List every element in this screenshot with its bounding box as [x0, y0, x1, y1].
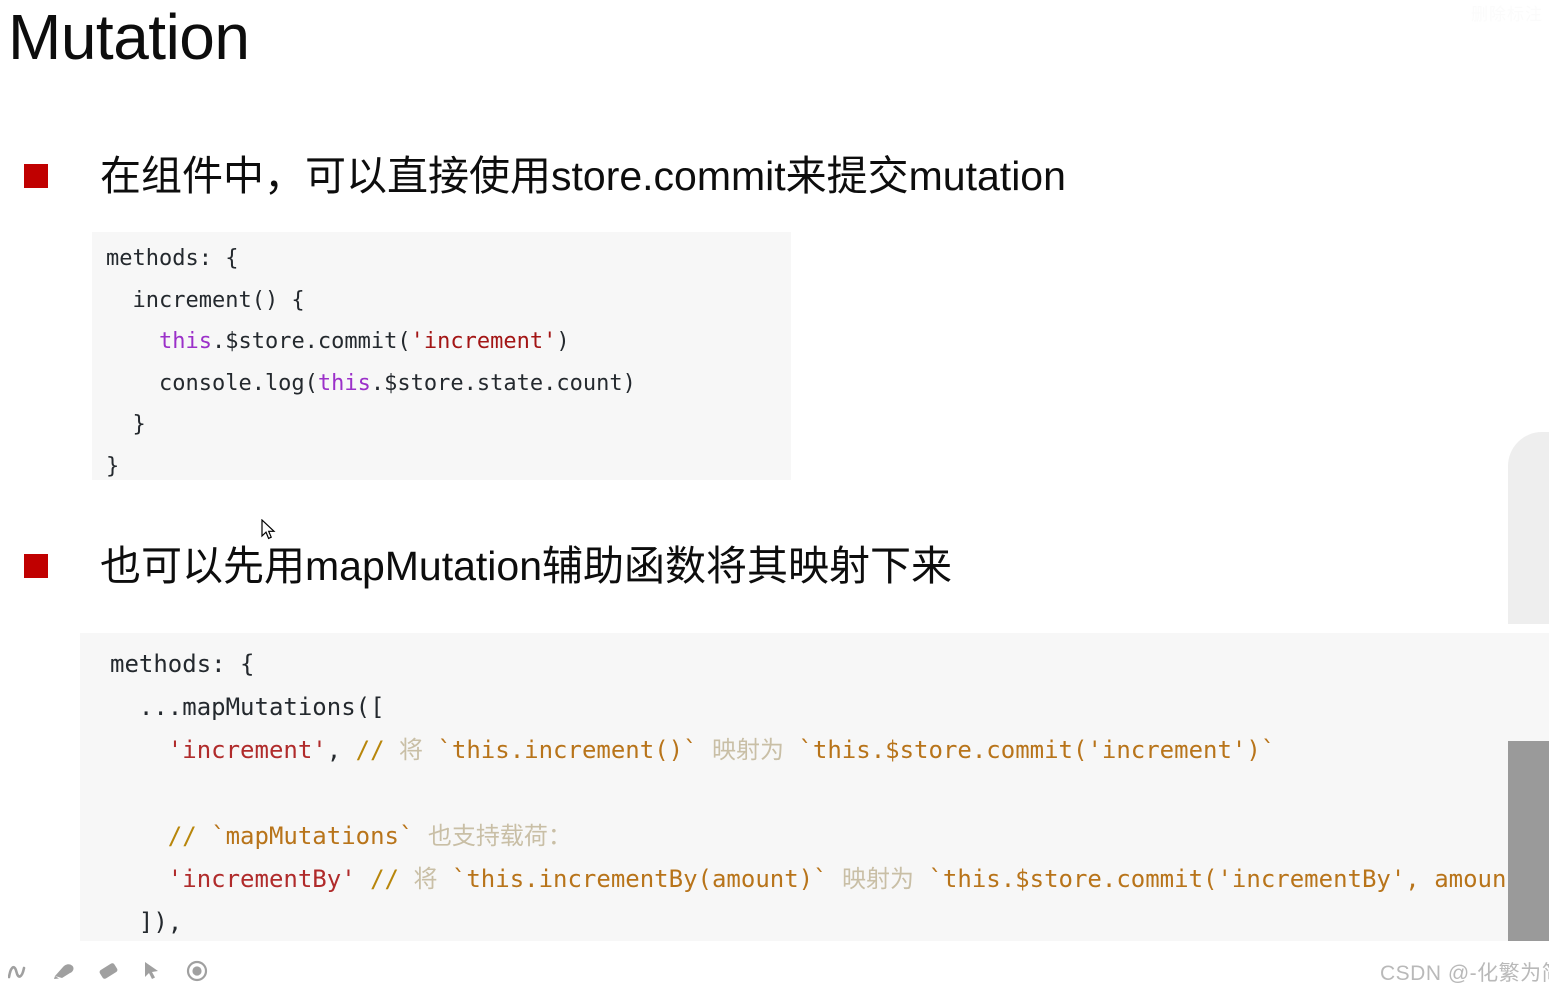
code-token: 'increment'	[167, 736, 327, 764]
code-token: `mapMutations`	[211, 822, 414, 850]
right-edge-panel-shape	[1508, 432, 1549, 624]
code-line: methods: {	[106, 238, 791, 280]
presenter-toolbar[interactable]	[0, 953, 212, 989]
code-token: 将	[413, 865, 452, 893]
code-token: this	[317, 370, 371, 396]
code-token: 'incrementBy'	[167, 865, 356, 893]
highlighter-icon[interactable]	[50, 958, 80, 984]
code-line: console.log(this.$store.state.count)	[106, 363, 791, 405]
code-token: methods: {	[110, 650, 255, 678]
bullet-item-2-label: 也可以先用mapMutation辅助函数将其映射下来	[100, 543, 953, 589]
page-title: Mutation	[8, 1, 250, 73]
presentation-slide: 删除标注 Mutation 在组件中，可以直接使用store.commit来提交…	[0, 0, 1549, 989]
code-token: `this.incrementBy(amount)`	[451, 865, 828, 893]
code-token: ]),	[110, 908, 183, 936]
code-token: 映射为	[697, 736, 799, 764]
code-line: methods: {	[110, 643, 1549, 686]
code-block-map-mutations: methods: { ...mapMutations([ 'increment'…	[80, 633, 1549, 941]
code-token: 映射为	[827, 865, 929, 893]
code-token: `this.$store.commit('increment')`	[798, 736, 1276, 764]
code-token: }	[106, 453, 120, 479]
laser-pointer-icon[interactable]	[182, 958, 212, 984]
code-token: )	[556, 329, 570, 354]
code-line: 'incrementBy' // 将 `this.incrementBy(amo…	[110, 858, 1549, 901]
bullet-item-1: 在组件中，可以直接使用store.commit来提交mutation	[24, 148, 1066, 204]
code-token: methods: {	[106, 246, 239, 271]
code-line: }	[106, 404, 791, 446]
code-token: //	[341, 736, 399, 764]
code-token: ...mapMutations([	[110, 693, 385, 721]
code-line: this.$store.commit('increment')	[106, 321, 791, 363]
code-block-commit: methods: { increment() { this.$store.com…	[92, 232, 791, 480]
bullet-item-2: 也可以先用mapMutation辅助函数将其映射下来	[24, 538, 952, 594]
pointer-arrow-icon[interactable]	[138, 958, 168, 984]
code-line: ]),	[110, 901, 1549, 941]
code-token: 将	[399, 736, 438, 764]
code-token: }	[106, 412, 146, 437]
bullet-item-1-label: 在组件中，可以直接使用store.commit来提交mutation	[100, 153, 1066, 199]
bullet-marker-icon	[24, 164, 48, 188]
code-token: ,	[326, 736, 342, 764]
code-token: //	[110, 822, 212, 850]
csdn-watermark: CSDN @-化繁为简	[1380, 962, 1549, 985]
horizontal-scrollbar-thumb[interactable]	[1508, 741, 1549, 941]
code-line: // `mapMutations` 也支持载荷：	[110, 815, 1549, 858]
code-token: `this.$store.commit('incrementBy', amoun…	[928, 865, 1549, 893]
bullet-marker-icon	[24, 554, 48, 578]
code-token: .$store.commit(	[211, 329, 411, 354]
code-token: increment() {	[106, 287, 305, 313]
code-token: 'increment'	[410, 329, 557, 354]
faint-top-right-label: 删除标注	[1471, 5, 1543, 24]
code-line: 'increment', // 将 `this.increment()` 映射为…	[110, 729, 1549, 772]
eraser-icon[interactable]	[94, 958, 124, 984]
code-line: increment() {	[106, 280, 791, 322]
code-token: `this.increment()`	[437, 736, 698, 764]
code-token: //	[355, 865, 414, 893]
pen-icon[interactable]	[6, 958, 36, 984]
code-line: ...mapMutations([	[110, 686, 1549, 729]
mouse-cursor-icon	[261, 519, 276, 540]
code-token: this	[158, 329, 212, 354]
code-token: 也支持载荷：	[413, 822, 572, 850]
code-line: }	[106, 446, 791, 481]
code-token: console.log(	[106, 370, 318, 396]
code-token: .$store.state.count)	[370, 370, 636, 396]
